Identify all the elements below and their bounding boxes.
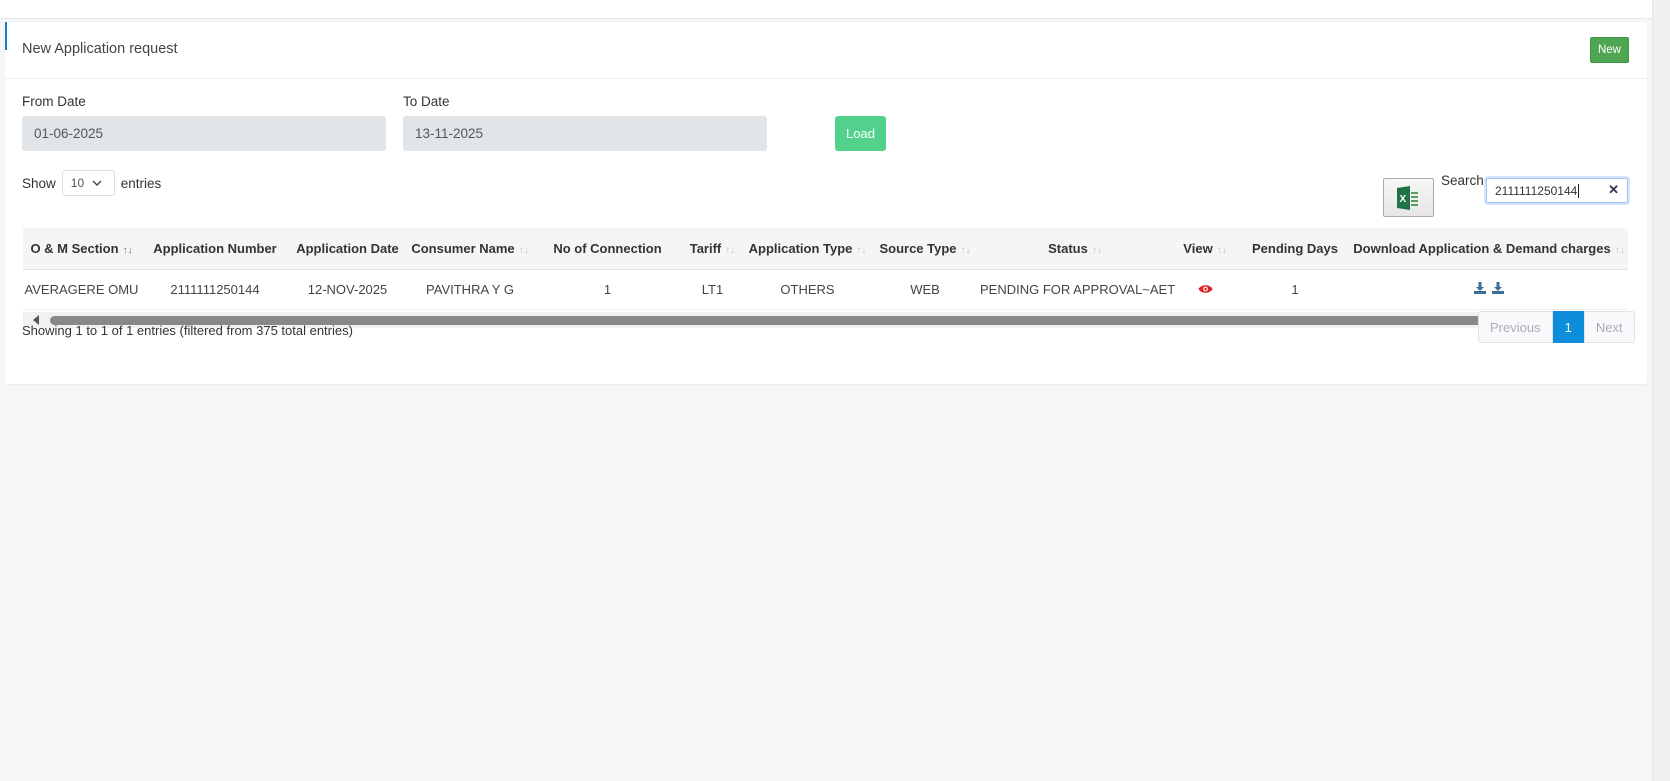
table-cell: AVERAGERE OMU (23, 269, 140, 310)
table-cell (1350, 269, 1628, 310)
to-date-input[interactable]: 13-11-2025 (403, 116, 767, 151)
column-header[interactable]: Application Type ↑↓ (745, 228, 870, 270)
svg-text:X: X (1399, 194, 1406, 205)
column-header[interactable]: Download Application & Demand charges ↑↓ (1350, 228, 1628, 270)
column-header-label: Application Number (153, 240, 277, 256)
column-header[interactable]: Tariff ↑↓ (680, 228, 745, 270)
sort-icon[interactable]: ↑↓ (1092, 245, 1102, 256)
column-header-label: Source Type (879, 240, 957, 256)
sort-icon[interactable]: ↑↓ (1217, 245, 1227, 256)
table-cell: LT1 (680, 269, 745, 310)
column-header-label: Tariff (689, 240, 722, 256)
table-info: Showing 1 to 1 of 1 entries (filtered fr… (22, 323, 353, 338)
table-row: AVERAGERE OMU 2111111250144 12-NOV-2025 PAV… (23, 269, 1628, 310)
show-label: Show (22, 175, 56, 191)
new-button[interactable]: New (1590, 37, 1629, 63)
to-date-label: To Date (403, 94, 450, 109)
column-header[interactable]: O & M Section ↑↓ (23, 228, 140, 270)
column-header-label: Status (1048, 240, 1088, 256)
applications-table: O & M Section ↑↓ Application Number Applica… (23, 228, 1628, 310)
sort-icon[interactable]: ↑↓ (856, 245, 866, 256)
column-header[interactable]: Consumer Name ↑↓ (405, 228, 535, 270)
load-button[interactable]: Load (835, 116, 886, 151)
top-bar (0, 0, 1652, 19)
page-title: New Application request (22, 41, 178, 57)
column-header-label: Pending Days (1252, 240, 1338, 256)
table-header-row: O & M Section ↑↓ Application Number Applica… (23, 228, 1628, 270)
table-cell: 12-NOV-2025 (290, 269, 405, 310)
entries-label: entries (120, 175, 162, 191)
next-button[interactable]: Next (1583, 311, 1635, 343)
pagination: Previous 1 Next (1478, 311, 1635, 343)
from-date-input[interactable]: 01-06-2025 (22, 116, 386, 151)
vertical-scrollbar[interactable] (1652, 0, 1670, 781)
column-header-label: O & M Section (30, 240, 119, 256)
column-header[interactable]: Application Date (290, 228, 405, 270)
sort-icon[interactable]: ↑↓ (725, 245, 735, 256)
table-cell: OTHERS (745, 269, 870, 310)
entries-select[interactable]: 10 (61, 170, 115, 196)
column-header-label: Application Date (296, 240, 399, 256)
search-label: Search: (1441, 173, 1488, 188)
table-cell: PENDING FOR APPROVAL~AET (980, 269, 1175, 310)
download-demand-charges-icon[interactable] (1489, 281, 1507, 297)
card-header: New Application request New (5, 22, 1647, 79)
column-header-label: Consumer Name (411, 240, 515, 256)
column-header-label: Download Application & Demand charges (1353, 240, 1611, 256)
search-input[interactable]: 2111111250144 ✕ (1486, 178, 1628, 203)
entries-value: 10 (70, 176, 85, 190)
column-header[interactable]: View ↑↓ (1170, 228, 1240, 270)
sort-icon[interactable]: ↑↓ (1615, 245, 1625, 256)
column-header-label: No of Connection (553, 240, 662, 256)
column-header[interactable]: Status ↑↓ (980, 228, 1170, 270)
table-cell: 2111111250144 (140, 269, 290, 310)
sort-icon[interactable]: ↑↓ (519, 245, 529, 256)
excel-icon: X (1396, 185, 1420, 210)
from-date-label: From Date (22, 94, 86, 109)
column-header-label: Application Type (748, 240, 853, 256)
table-cell: 1 (535, 269, 680, 310)
column-header[interactable]: Application Number (140, 228, 290, 270)
sort-icon[interactable]: ↑↓ (123, 245, 133, 256)
chevron-down-icon (92, 180, 102, 186)
search-value: 2111111250144 (1495, 183, 1578, 198)
table-cell: 1 (1240, 269, 1350, 310)
page-1-button[interactable]: 1 (1552, 311, 1584, 343)
sort-icon[interactable]: ↑↓ (961, 245, 971, 256)
view-eye-icon[interactable] (1198, 284, 1213, 294)
download-application-icon[interactable] (1471, 281, 1489, 297)
column-header[interactable]: No of Connection (535, 228, 680, 270)
column-header[interactable]: Source Type ↑↓ (870, 228, 980, 270)
clear-search-icon[interactable]: ✕ (1608, 182, 1619, 198)
previous-button[interactable]: Previous (1478, 311, 1553, 343)
excel-export-button[interactable]: X (1383, 178, 1434, 217)
table-cell (1170, 269, 1240, 310)
column-header-label: View (1183, 240, 1213, 256)
entries-length: Show 10 entries (22, 170, 161, 196)
column-header[interactable]: Pending Days (1240, 228, 1350, 270)
table-cell: PAVITHRA Y G (405, 269, 535, 310)
table-cell: WEB (870, 269, 980, 310)
application-card: New Application request New From Date 01… (5, 22, 1647, 384)
